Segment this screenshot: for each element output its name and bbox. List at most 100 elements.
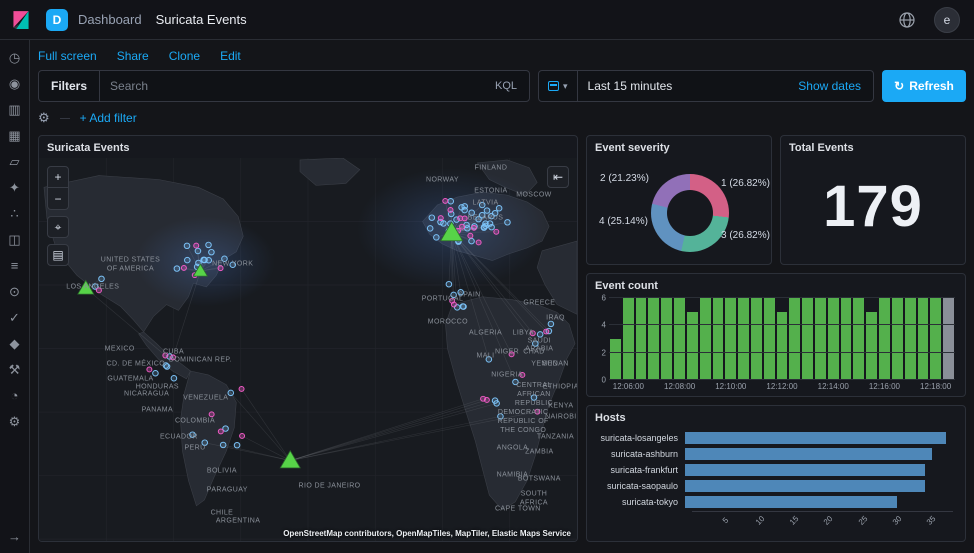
canvas-icon[interactable]: ▱ [6, 154, 24, 170]
map-dot-blue[interactable] [481, 224, 487, 229]
stack-monitoring-icon[interactable]: ◔ [6, 388, 24, 404]
map-dot-blue[interactable] [427, 226, 433, 231]
map-dot-blue[interactable] [548, 321, 554, 326]
map-dot-pink[interactable] [476, 240, 481, 245]
breadcrumb[interactable]: Dashboard [78, 12, 142, 27]
hosts-plot[interactable]: suricata-losangelessuricata-ashburnsuric… [587, 428, 965, 510]
kibana-logo[interactable] [0, 0, 42, 40]
share-link[interactable]: Share [117, 49, 149, 63]
map-dot-blue[interactable] [195, 248, 201, 253]
event-count-bar[interactable] [841, 298, 852, 380]
map-dot-pink[interactable] [509, 352, 514, 357]
map-dot-blue[interactable] [513, 379, 519, 384]
management-icon[interactable]: ⚙ [6, 414, 24, 430]
event-count-bar[interactable] [636, 298, 647, 380]
map-dot-blue[interactable] [476, 216, 482, 221]
map-dot-blue[interactable] [489, 213, 495, 218]
event-count-bar[interactable] [789, 298, 800, 380]
event-count-bar[interactable] [905, 298, 916, 380]
event-count-bar[interactable] [713, 298, 724, 380]
event-count-bar[interactable] [687, 312, 698, 380]
show-dates-button[interactable]: Show dates [786, 79, 873, 93]
map-dot-blue[interactable] [446, 281, 452, 286]
event-count-bar[interactable] [828, 298, 839, 380]
map-dot-pink[interactable] [535, 409, 540, 414]
clone-link[interactable]: Clone [169, 49, 200, 63]
event-count-bar[interactable] [674, 298, 685, 380]
map-dot-blue[interactable] [494, 401, 500, 406]
event-count-bar[interactable] [943, 298, 954, 380]
map-dot-blue[interactable] [228, 390, 234, 395]
map-dot-blue[interactable] [441, 221, 447, 226]
event-count-bar[interactable] [853, 298, 864, 380]
refresh-button[interactable]: ↻ Refresh [882, 70, 966, 102]
user-avatar[interactable]: e [934, 7, 960, 33]
map-dot-pink[interactable] [181, 265, 186, 270]
event-count-bar[interactable] [879, 298, 890, 380]
zoom-in-button[interactable]: + [47, 166, 69, 188]
event-count-bar[interactable] [764, 298, 775, 380]
map-dot-blue[interactable] [202, 440, 208, 445]
map-dot-pink[interactable] [163, 353, 168, 358]
map-dot-pink[interactable] [468, 233, 473, 238]
map-dot-blue[interactable] [201, 257, 207, 262]
zoom-out-button[interactable]: − [47, 188, 69, 210]
full-screen-link[interactable]: Full screen [38, 49, 97, 63]
event-count-bar[interactable] [930, 298, 941, 380]
filters-button[interactable]: Filters [39, 71, 100, 101]
time-range-value[interactable]: Last 15 minutes [578, 79, 683, 93]
filter-options-gear-icon[interactable]: ⚙ [38, 110, 50, 126]
severity-donut-chart[interactable] [651, 174, 729, 252]
map-dot-pink[interactable] [239, 386, 244, 391]
map-dot-pink[interactable] [460, 224, 465, 229]
event-count-bar[interactable] [700, 298, 711, 380]
map-dot-pink[interactable] [544, 329, 549, 334]
dashboard-icon[interactable]: ▦ [6, 128, 24, 144]
map-dot-blue[interactable] [531, 395, 537, 400]
search-input[interactable] [100, 79, 483, 93]
event-count-plot[interactable] [609, 298, 955, 380]
map-dot-blue[interactable] [486, 357, 492, 362]
event-count-bar[interactable] [738, 298, 749, 380]
map-dot-blue[interactable] [209, 249, 215, 254]
map-dot-blue[interactable] [465, 226, 471, 231]
host-bar[interactable] [685, 496, 897, 508]
map-dot-blue[interactable] [153, 370, 159, 375]
discover-icon[interactable]: ◉ [6, 76, 24, 92]
metrics-icon[interactable]: ◫ [6, 232, 24, 248]
maps-icon[interactable]: ✦ [6, 180, 24, 196]
map-dot-blue[interactable] [185, 257, 191, 262]
uptime-icon[interactable]: ✓ [6, 310, 24, 326]
map-dot-blue[interactable] [458, 290, 464, 295]
map-dot-pink[interactable] [218, 266, 223, 271]
map-dot-pink[interactable] [494, 229, 499, 234]
space-badge[interactable]: D [46, 9, 68, 31]
map-dot-pink[interactable] [458, 216, 463, 221]
map-dot-pink[interactable] [194, 243, 199, 248]
map-dot-pink[interactable] [443, 198, 448, 203]
edit-link[interactable]: Edit [220, 49, 241, 63]
event-count-bar[interactable] [725, 298, 736, 380]
event-count-bar[interactable] [623, 298, 634, 380]
map-canvas[interactable]: FINLANDNORWAYESTONIALATVIAMOSCOWBELARUSU… [39, 158, 577, 541]
map-dot-blue[interactable] [448, 199, 454, 204]
event-count-bar[interactable] [815, 298, 826, 380]
visualize-icon[interactable]: ▥ [6, 102, 24, 118]
map-dot-blue[interactable] [489, 224, 495, 229]
map-dot-blue[interactable] [230, 262, 236, 267]
map-dot-blue[interactable] [429, 215, 435, 220]
map-dot-pink[interactable] [448, 208, 453, 213]
logs-icon[interactable]: ≡ [6, 258, 24, 274]
dev-tools-icon[interactable]: ⚒ [6, 362, 24, 378]
globe-icon[interactable] [894, 7, 920, 33]
map-dot-pink[interactable] [240, 433, 245, 438]
map-dot-blue[interactable] [434, 235, 440, 240]
map-dot-blue[interactable] [99, 276, 105, 281]
event-count-bar[interactable] [777, 312, 788, 380]
map-dot-pink[interactable] [471, 225, 476, 230]
set-view-button[interactable]: ⌖ [47, 216, 69, 238]
host-bar[interactable] [685, 480, 925, 492]
map-dot-pink[interactable] [218, 429, 223, 434]
recently-viewed-icon[interactable]: ◷ [6, 50, 24, 66]
map-dot-blue[interactable] [496, 206, 502, 211]
